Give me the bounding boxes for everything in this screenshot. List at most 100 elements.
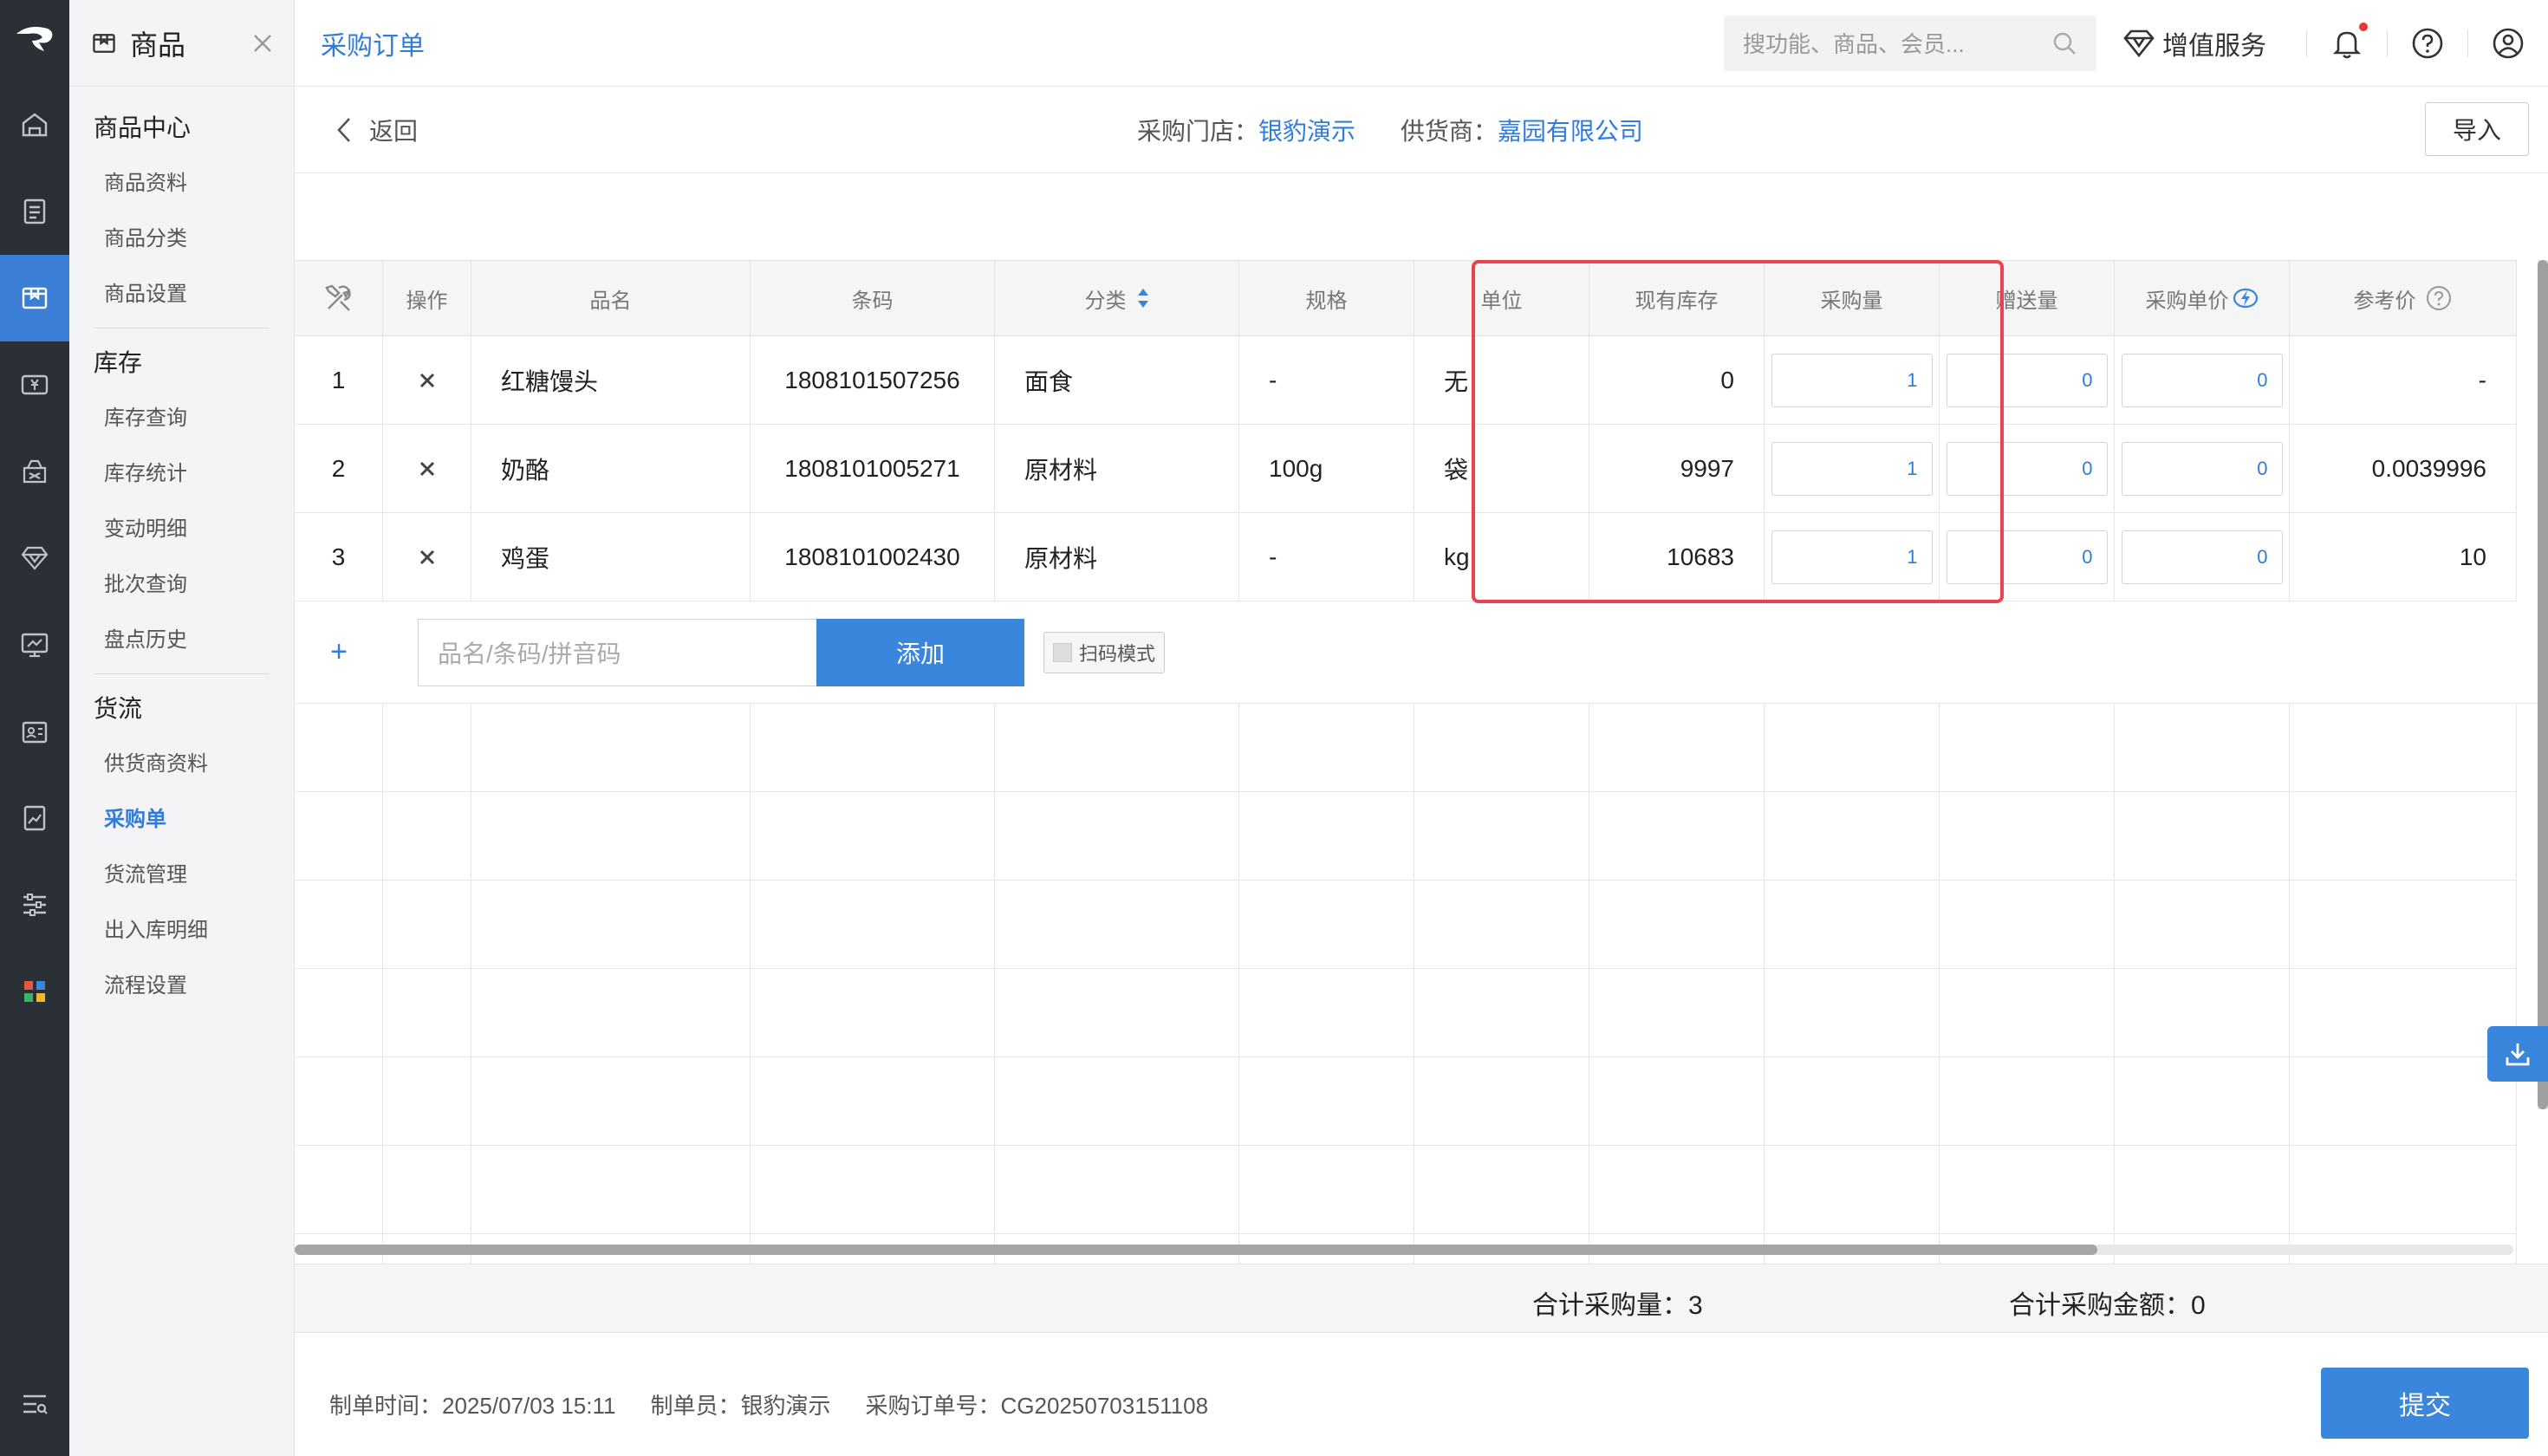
vertical-scrollbar[interactable]	[2538, 260, 2548, 1109]
scan-mode-toggle[interactable]: 扫码模式	[1043, 631, 1166, 673]
column-header-price: 采购单价	[2115, 261, 2290, 335]
sidebar-group-inventory: 库存	[94, 349, 143, 376]
product-search-input[interactable]: 品名/条码/拼音码	[418, 618, 816, 686]
column-header-category[interactable]: 分类	[995, 261, 1239, 335]
sidebar-item-goods-flow-mgmt[interactable]: 货流管理	[69, 848, 294, 903]
submit-button[interactable]: 提交	[2321, 1368, 2529, 1439]
spec: -	[1239, 336, 1414, 424]
product-name: 鸡蛋	[471, 513, 751, 601]
category: 面食	[995, 336, 1239, 424]
orders-icon[interactable]	[0, 168, 69, 255]
analysis-icon[interactable]	[0, 775, 69, 861]
summary-bar: 合计采购量：3 合计采购金额：0	[295, 1264, 2548, 1333]
divider	[2306, 29, 2307, 57]
sidebar-item-stock-query[interactable]: 库存查询	[69, 391, 294, 446]
settings-sliders-icon[interactable]	[0, 861, 69, 948]
lightning-icon[interactable]	[2233, 287, 2259, 309]
empty-row	[295, 1146, 2517, 1234]
global-search-input[interactable]: 搜功能、商品、会员...	[1724, 15, 2096, 71]
sidebar-item-product-category[interactable]: 商品分类	[69, 211, 294, 267]
sidebar-item-supplier-info[interactable]: 供货商资料	[69, 737, 294, 792]
products-icon[interactable]	[0, 255, 69, 341]
sidebar-item-product-settings[interactable]: 商品设置	[69, 267, 294, 322]
horizontal-scrollbar[interactable]	[295, 1245, 2513, 1255]
divider	[94, 673, 270, 674]
product-name: 奶酪	[471, 425, 751, 512]
order-number: 采购订单号：CG20250703151108	[865, 1392, 1209, 1419]
download-icon[interactable]	[2487, 1026, 2548, 1082]
scan-mode-checkbox[interactable]	[1053, 642, 1072, 662]
delete-row-icon[interactable]	[383, 513, 471, 601]
sidebar-title: 商品	[130, 29, 186, 61]
scrollbar-thumb[interactable]	[295, 1245, 2097, 1255]
sidebar-item-change-detail[interactable]: 变动明细	[69, 502, 294, 557]
highlight-box	[1472, 260, 2004, 603]
empty-row	[295, 704, 2517, 792]
row-number: 2	[295, 425, 383, 512]
sidebar-item-purchase-order[interactable]: 采购单	[69, 792, 294, 848]
sidebar-item-product-info[interactable]: 商品资料	[69, 156, 294, 211]
home-icon[interactable]	[0, 81, 69, 168]
staff-icon[interactable]	[0, 688, 69, 775]
column-settings-icon[interactable]	[295, 261, 383, 335]
user-account-icon[interactable]	[2491, 26, 2525, 61]
member-icon[interactable]	[0, 515, 69, 601]
scrollbar-thumb[interactable]	[2538, 260, 2548, 1109]
unit-price-input[interactable]: 0	[2121, 441, 2283, 496]
sidebar-header: 商品	[69, 0, 294, 87]
search-placeholder: 搜功能、商品、会员...	[1743, 31, 1965, 57]
empty-row	[295, 792, 2517, 881]
delete-row-icon[interactable]	[383, 425, 471, 512]
import-button[interactable]: 导入	[2425, 102, 2529, 156]
column-header-name: 品名	[471, 261, 751, 335]
finance-icon[interactable]	[0, 341, 69, 428]
row-number: 3	[295, 513, 383, 601]
add-button[interactable]: 添加	[816, 618, 1024, 686]
supplier-value[interactable]: 嘉园有限公司	[1498, 118, 1643, 145]
sidebar-item-inout-detail[interactable]: 出入库明细	[69, 903, 294, 959]
scan-mode-label: 扫码模式	[1079, 642, 1156, 665]
barcode: 1808101507256	[751, 336, 995, 424]
column-header-spec: 规格	[1239, 261, 1414, 335]
store-value[interactable]: 银豹演示	[1258, 118, 1355, 145]
product-name: 红糖馒头	[471, 336, 751, 424]
sidebar-item-stocktake-history[interactable]: 盘点历史	[69, 613, 294, 668]
column-header-price-label: 采购单价	[2145, 289, 2229, 313]
sidebar-item-batch-query[interactable]: 批次查询	[69, 557, 294, 613]
sort-icon[interactable]	[1137, 287, 1149, 309]
products-icon	[93, 33, 115, 53]
sidebar-item-flow-settings[interactable]: 流程设置	[69, 959, 294, 1014]
logo-icon[interactable]	[0, 0, 69, 81]
report-icon[interactable]	[0, 601, 69, 688]
app-rail	[0, 0, 69, 1456]
notification-dot	[2359, 22, 2368, 31]
unit-price-input[interactable]: 0	[2121, 530, 2283, 584]
plus-icon[interactable]: +	[295, 635, 383, 669]
column-header-action: 操作	[383, 261, 471, 335]
category: 原材料	[995, 425, 1239, 512]
sidebar-group-goods-flow: 货流	[94, 695, 143, 722]
search-icon[interactable]	[2051, 30, 2077, 56]
back-button[interactable]: 返回	[336, 113, 418, 147]
promotion-icon[interactable]	[0, 428, 69, 515]
column-header-barcode: 条码	[751, 261, 995, 335]
sidebar-item-stock-stats[interactable]: 库存统计	[69, 446, 294, 502]
category: 原材料	[995, 513, 1239, 601]
store-label: 采购门店：	[1137, 117, 1259, 145]
reference-price: 10	[2290, 513, 2517, 601]
apps-icon[interactable]	[0, 948, 69, 1035]
help-icon[interactable]	[2410, 26, 2445, 61]
unit-price-input[interactable]: 0	[2121, 353, 2283, 407]
close-icon[interactable]	[252, 33, 273, 54]
barcode: 1808101002430	[751, 513, 995, 601]
help-icon[interactable]	[2425, 284, 2453, 312]
column-header-ref-price: 参考价	[2290, 261, 2517, 335]
add-product-row: + 品名/条码/拼音码 添加 扫码模式	[295, 601, 2548, 704]
value-added-services-button[interactable]: 增值服务	[2122, 24, 2266, 62]
top-bar: 采购订单 搜功能、商品、会员... 增值服务	[295, 0, 2548, 87]
notification-bell-icon[interactable]	[2330, 22, 2368, 61]
barcode: 1808101005271	[751, 425, 995, 512]
chevron-left-icon	[337, 117, 350, 142]
delete-row-icon[interactable]	[383, 336, 471, 424]
collapse-menu-icon[interactable]	[0, 1369, 69, 1439]
